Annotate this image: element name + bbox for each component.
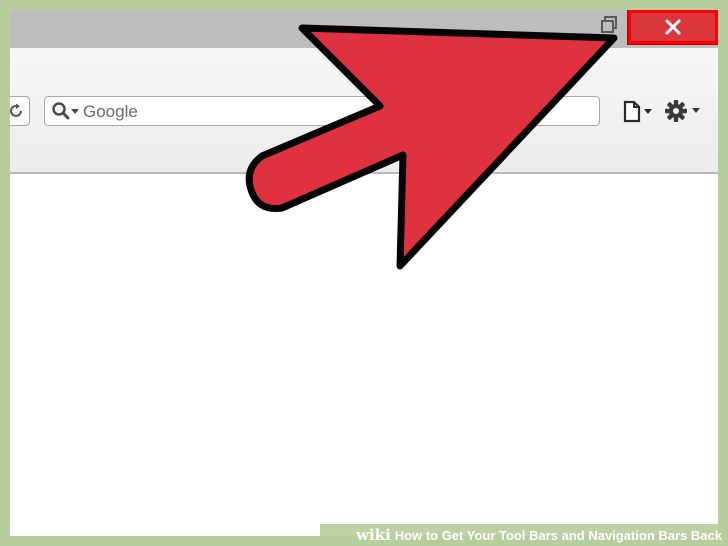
watermark-title: How to Get Your Tool Bars and Navigation… (394, 527, 722, 543)
watermark-brand: wiki (356, 526, 391, 544)
watermark-banner: wiki How to Get Your Tool Bars and Navig… (320, 524, 728, 546)
pointer-arrow (245, 24, 618, 270)
